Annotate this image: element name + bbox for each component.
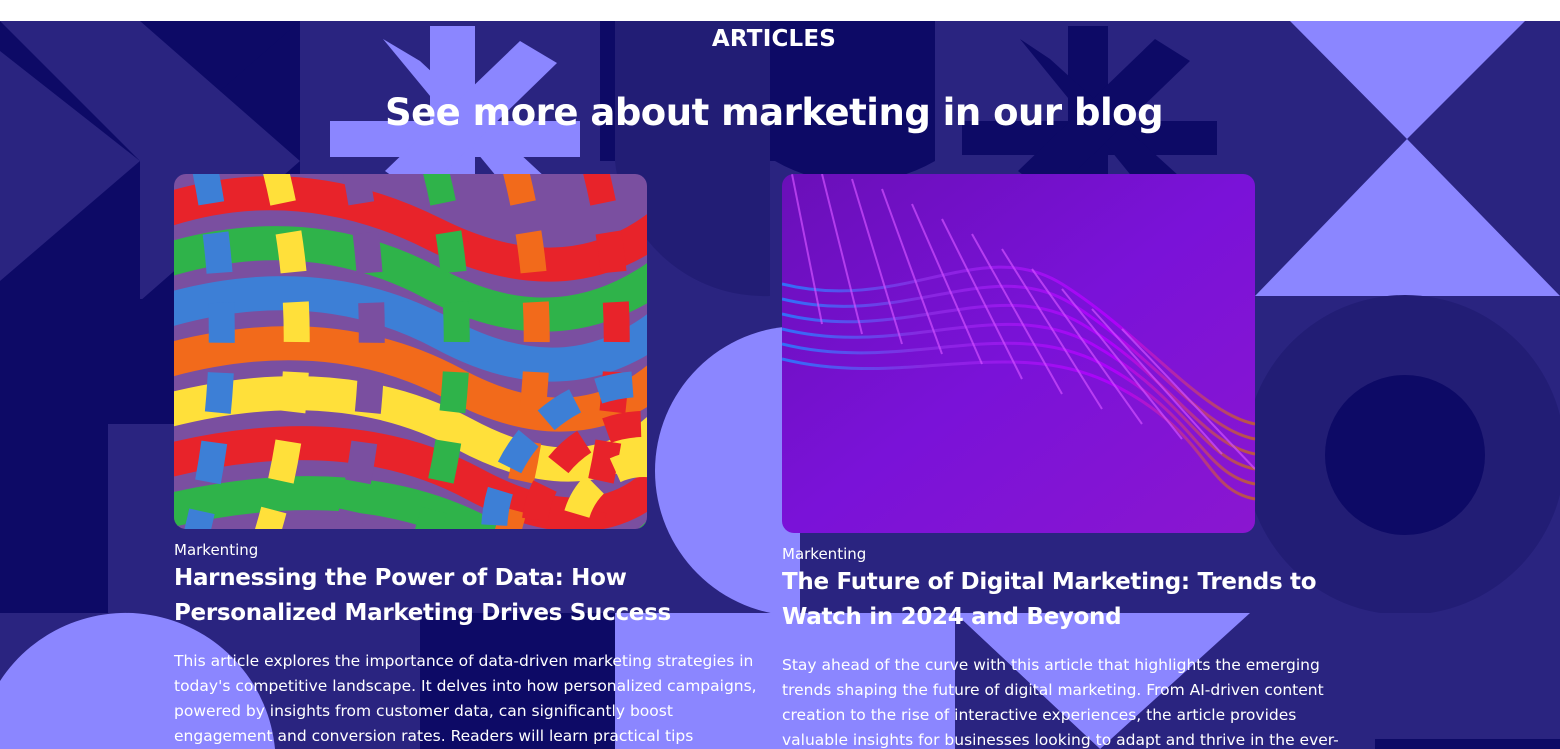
abstract-tile-image xyxy=(174,174,647,529)
article-excerpt: Stay ahead of the curve with this articl… xyxy=(782,656,1339,749)
section-heading: See more about marketing in our blog xyxy=(384,91,1164,134)
article-category[interactable]: Markenting xyxy=(174,541,774,559)
article-image[interactable] xyxy=(782,174,1255,533)
article-card[interactable]: Markenting The Future of Digital Marketi… xyxy=(782,174,1382,749)
articles-section: ARTICLES See more about marketing in our… xyxy=(0,21,1560,749)
article-category[interactable]: Markenting xyxy=(782,545,1382,563)
article-title[interactable]: Harnessing the Power of Data: How Person… xyxy=(174,561,774,631)
article-title[interactable]: The Future of Digital Marketing: Trends … xyxy=(782,565,1382,635)
abstract-wave-image xyxy=(782,174,1255,533)
article-excerpt: This article explores the importance of … xyxy=(174,652,757,745)
article-image[interactable] xyxy=(174,174,647,529)
section-eyebrow: ARTICLES xyxy=(711,26,837,52)
article-card[interactable]: Markenting Harnessing the Power of Data:… xyxy=(174,174,774,749)
